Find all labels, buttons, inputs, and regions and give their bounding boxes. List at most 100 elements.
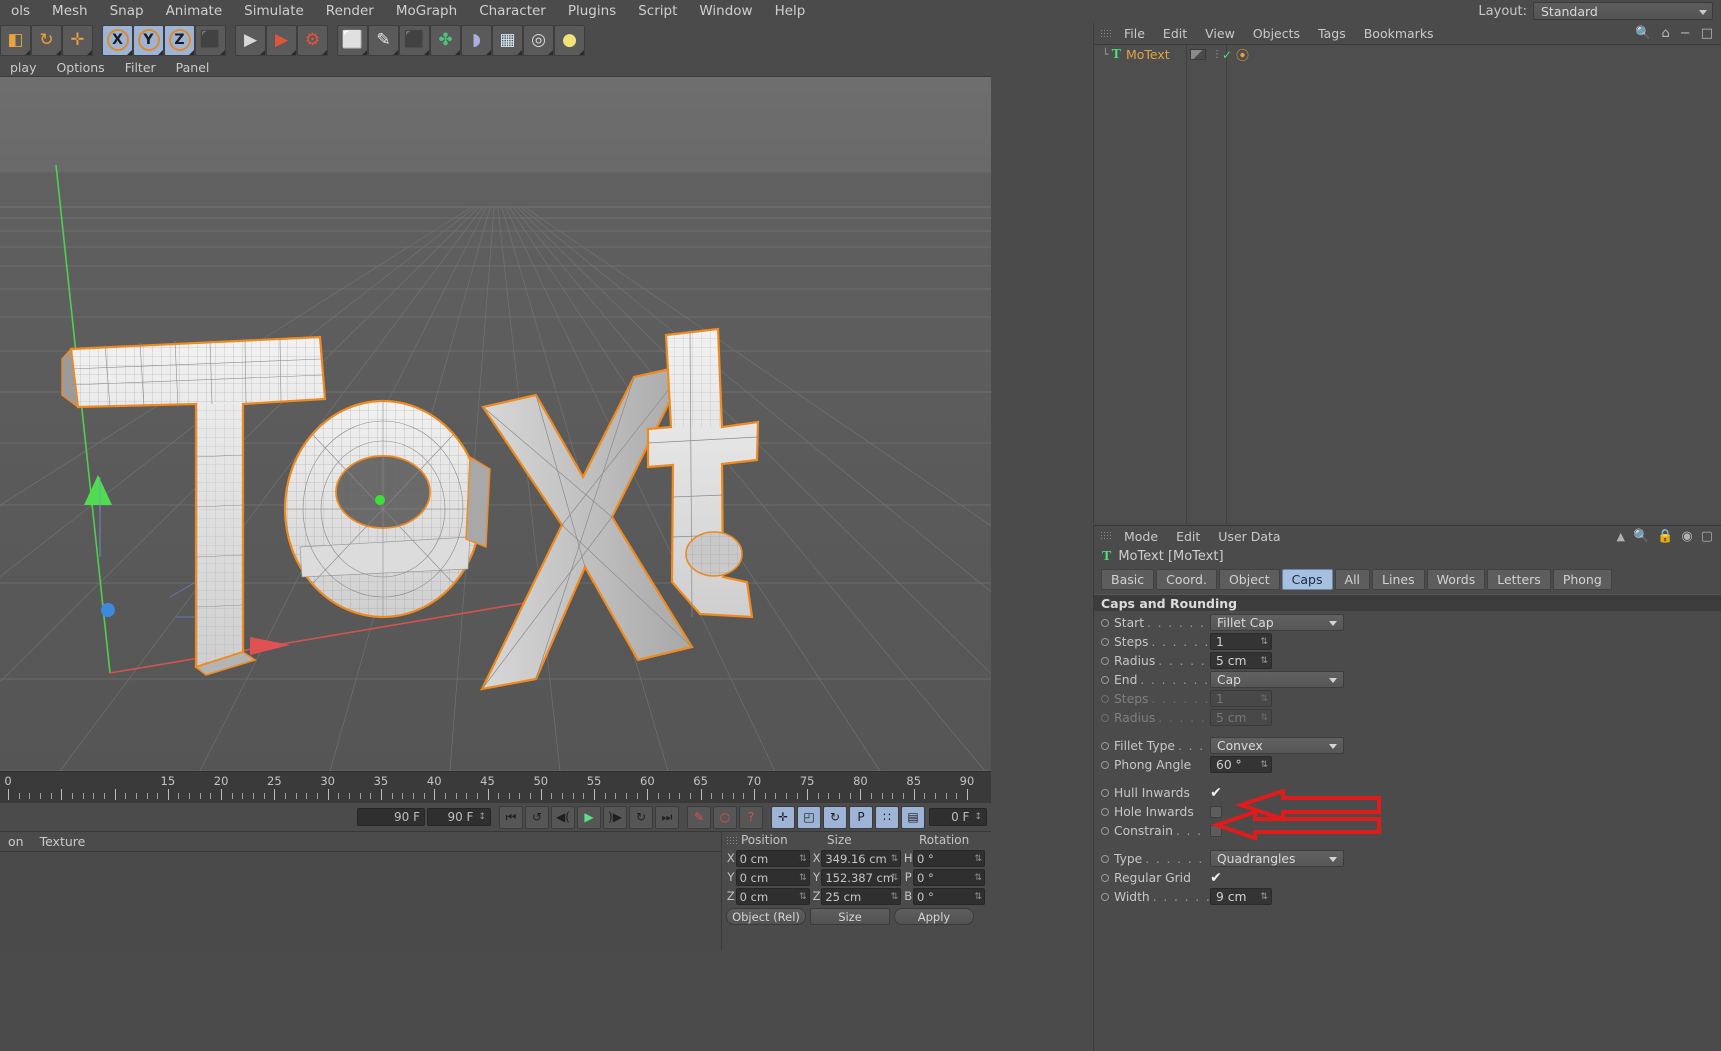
material-list[interactable] — [0, 851, 721, 951]
tab-coord[interactable]: Coord. — [1156, 569, 1217, 590]
object-menu-bookmarks[interactable]: Bookmarks — [1355, 26, 1443, 41]
next-key-button[interactable]: )▶ — [603, 805, 627, 829]
generator-icon[interactable]: ⬛ — [399, 24, 430, 56]
viewport-menu-options[interactable]: Options — [46, 60, 114, 75]
apply-button[interactable]: Apply — [894, 908, 974, 925]
maximize-icon[interactable]: ▢ — [1697, 529, 1721, 544]
menu-item-snap[interactable]: Snap — [99, 0, 155, 23]
lock-x-axis-icon[interactable]: X — [102, 24, 133, 56]
coordinate-mode-dropdown[interactable]: Object (Rel) — [726, 908, 806, 925]
cube-primitive-icon[interactable]: ⬜ — [337, 24, 368, 56]
loop-forward-button[interactable]: ↻ — [629, 805, 653, 829]
regular-grid-checkbox[interactable]: ✔ — [1210, 870, 1222, 886]
light-icon[interactable]: ● — [554, 24, 585, 56]
menu-item-ols[interactable]: ols — [0, 0, 41, 23]
object-menu-file[interactable]: File — [1115, 26, 1154, 41]
loop-back-button[interactable]: ↺ — [525, 805, 549, 829]
parameter-dot-icon[interactable] — [1101, 873, 1109, 882]
current-frame-field[interactable]: 0 F — [929, 808, 987, 826]
timeline-ruler[interactable]: 0 15 20 25 30 35 40 45 50 55 60 65 70 75 80 85 90 — [0, 771, 991, 803]
coordinate-field[interactable]: 0 cm — [735, 887, 810, 905]
scale-key-button[interactable]: ◰ — [797, 805, 821, 829]
coordinate-field[interactable]: 152.387 cm — [821, 868, 902, 886]
tab-lines[interactable]: Lines — [1372, 569, 1425, 590]
start-radius-field[interactable]: 5 cm — [1210, 652, 1272, 669]
start-steps-field[interactable]: 1 — [1210, 633, 1272, 650]
parameter-dot-icon[interactable] — [1101, 807, 1109, 816]
camera-icon[interactable]: ◎ — [523, 24, 554, 56]
coordinate-field[interactable]: 349.16 cm — [821, 849, 902, 867]
object-menu-objects[interactable]: Objects — [1244, 26, 1309, 41]
scene-object-icon[interactable]: ◗ — [461, 24, 492, 56]
parameter-dot-icon[interactable] — [1101, 656, 1109, 665]
autokeying-button[interactable]: ○ — [713, 805, 737, 829]
record-active-objects-button[interactable]: ✎ — [687, 805, 711, 829]
3d-viewport[interactable] — [0, 77, 991, 771]
object-tree-row-motext[interactable]: └ T MoText ⋮ ✓ ⦿ — [1094, 45, 1721, 65]
floor-icon[interactable]: ▦ — [492, 24, 523, 56]
render-region-icon[interactable]: ▶ — [266, 24, 297, 56]
menu-item-window[interactable]: Window — [688, 0, 763, 23]
coordinate-field[interactable]: 0 ° — [913, 868, 986, 886]
menu-item-animate[interactable]: Animate — [155, 0, 234, 23]
material-menu-texture[interactable]: Texture — [32, 834, 94, 849]
maximize-icon[interactable]: □ — [1696, 26, 1721, 41]
object-menu-tags[interactable]: Tags — [1309, 26, 1355, 41]
menu-item-character[interactable]: Character — [468, 0, 557, 23]
rotation-key-button[interactable]: ↻ — [823, 805, 847, 829]
go-to-end-button[interactable]: ⏭ — [655, 805, 679, 829]
type-dropdown[interactable]: Quadrangles — [1210, 850, 1344, 867]
menu-item-script[interactable]: Script — [627, 0, 688, 23]
pin-icon[interactable]: ◉ — [1677, 529, 1696, 544]
move-icon[interactable]: ✛ — [62, 24, 93, 56]
parameter-key-button[interactable]: P — [849, 805, 873, 829]
menu-item-mesh[interactable]: Mesh — [41, 0, 99, 23]
range-end-display[interactable]: 90 F — [357, 808, 425, 826]
tab-object[interactable]: Object — [1218, 569, 1280, 590]
tab-basic[interactable]: Basic — [1101, 569, 1155, 590]
position-key-button[interactable]: ✛ — [771, 805, 795, 829]
play-button[interactable]: ▶ — [577, 805, 601, 829]
visibility-dots-icon[interactable] — [1190, 49, 1206, 60]
viewport-menu-play[interactable]: play — [0, 60, 46, 75]
mograph-tag-icon[interactable]: ⦿ — [1236, 45, 1249, 64]
lock-y-axis-icon[interactable]: Y — [133, 24, 164, 56]
point-level-animation-button[interactable]: ∷ — [875, 805, 899, 829]
object-tree[interactable]: └ T MoText ⋮ ✓ ⦿ — [1094, 44, 1721, 523]
object-menu-edit[interactable]: Edit — [1154, 26, 1196, 41]
attribute-menu-edit[interactable]: Edit — [1167, 529, 1209, 544]
fillet-type-dropdown[interactable]: Convex — [1210, 737, 1344, 754]
coordinate-field[interactable]: 0 cm — [735, 868, 810, 886]
keyframe-selection-button[interactable]: ? — [739, 805, 763, 829]
viewport-menu-panel[interactable]: Panel — [166, 60, 220, 75]
tab-caps[interactable]: Caps — [1281, 569, 1333, 590]
deformer-icon[interactable]: ✤ — [430, 24, 461, 56]
undo-icon[interactable]: ◧ — [0, 24, 31, 56]
menu-item-help[interactable]: Help — [764, 0, 817, 23]
phong-angle-field[interactable]: 60 ° — [1210, 756, 1272, 773]
parameter-dot-icon[interactable] — [1101, 713, 1109, 722]
parameter-dot-icon[interactable] — [1101, 826, 1109, 835]
hole-inwards-checkbox[interactable] — [1210, 805, 1222, 818]
range-end-field[interactable]: 90 F — [427, 808, 491, 826]
tab-all[interactable]: All — [1334, 569, 1371, 590]
visibility-toggle-icon[interactable]: ⋮ — [1212, 49, 1222, 60]
parameter-dot-icon[interactable] — [1101, 892, 1109, 901]
menu-item-plugins[interactable]: Plugins — [557, 0, 627, 23]
tab-phong[interactable]: Phong — [1552, 569, 1612, 590]
coordinate-field[interactable]: 0 ° — [913, 849, 986, 867]
menu-item-render[interactable]: Render — [315, 0, 385, 23]
constrain-checkbox[interactable] — [1210, 824, 1222, 837]
hull-inwards-checkbox[interactable]: ✔ — [1210, 785, 1222, 801]
lock-z-axis-icon[interactable]: Z — [164, 24, 195, 56]
world-object-axis-icon[interactable]: ⬛ — [195, 24, 226, 56]
previous-key-button[interactable]: ◀( — [551, 805, 575, 829]
menu-item-mograph[interactable]: MoGraph — [385, 0, 468, 23]
parameter-dot-icon[interactable] — [1101, 741, 1109, 750]
start-cap-dropdown[interactable]: Fillet Cap — [1210, 614, 1344, 631]
tab-words[interactable]: Words — [1426, 569, 1486, 590]
search-icon[interactable]: 🔍 — [1629, 529, 1653, 544]
attribute-menu-mode[interactable]: Mode — [1115, 529, 1167, 544]
viewport-menu-filter[interactable]: Filter — [115, 60, 166, 75]
size-mode-dropdown[interactable]: Size — [810, 908, 890, 925]
